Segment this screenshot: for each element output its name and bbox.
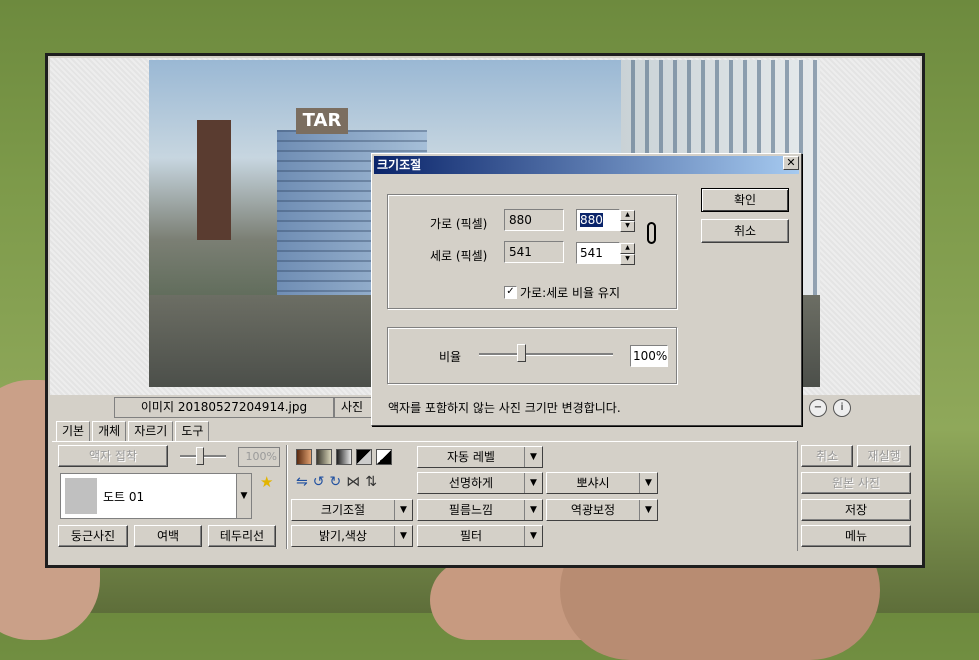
film-feel-label: 필름느낌	[448, 503, 494, 517]
info-icon[interactable]: i	[833, 399, 851, 417]
resize-dialog: 크기조절 ✕ 가로 (픽셀) 880 880 ▲ ▼ 세로 (픽셀) 541 54…	[371, 153, 802, 426]
width-input[interactable]: 880	[576, 209, 620, 231]
width-label: 가로 (픽셀)	[430, 217, 488, 231]
frame-attach-button[interactable]: 액자 접착	[58, 445, 168, 467]
sepia-icon[interactable]	[296, 449, 312, 465]
keep-ratio-label: 가로:세로 비율 유지	[520, 286, 620, 300]
chevron-down-icon[interactable]: ▼	[524, 473, 542, 493]
contrast-icon[interactable]	[356, 449, 372, 465]
width-stepper[interactable]: ▲ ▼	[620, 210, 635, 232]
tab-basic[interactable]: 기본	[56, 421, 91, 442]
right-panel-separator	[797, 441, 798, 551]
sharpen-label: 선명하게	[448, 476, 494, 490]
redo-button[interactable]: 재실행	[857, 445, 911, 467]
zoom-out-icon[interactable]: −	[809, 399, 827, 417]
height-stepper[interactable]: ▲ ▼	[620, 243, 635, 265]
width-up-icon[interactable]: ▲	[620, 210, 635, 221]
chevron-down-icon[interactable]: ▼	[524, 500, 542, 520]
rotate-left-icon[interactable]: ↺	[313, 474, 325, 490]
width-down-icon[interactable]: ▼	[620, 221, 635, 232]
chevron-down-icon[interactable]: ▼	[639, 500, 657, 520]
chevron-down-icon[interactable]: ▼	[524, 447, 542, 467]
ratio-slider[interactable]	[479, 344, 613, 362]
frame-select[interactable]: 도트 01 ▼	[60, 473, 252, 519]
tab-tools[interactable]: 도구	[175, 421, 210, 441]
photo-sign: TAR	[296, 108, 348, 134]
tab-crop[interactable]: 자르기	[128, 421, 174, 441]
save-button[interactable]: 저장	[801, 499, 911, 521]
backlight-dropdown[interactable]: 역광보정 ▼	[546, 499, 658, 521]
panel-separator	[286, 445, 288, 549]
photo-church	[197, 120, 231, 240]
chevron-down-icon[interactable]: ▼	[639, 473, 657, 493]
filter-label: 필터	[459, 529, 483, 543]
ratio-value[interactable]: 100%	[630, 345, 668, 367]
auto-level-dropdown[interactable]: 자동 레벨 ▼	[417, 446, 543, 468]
invert-icon[interactable]	[376, 449, 392, 465]
chevron-down-icon[interactable]: ▼	[236, 474, 251, 518]
opacity-value: 100%	[238, 447, 280, 467]
brightness-color-dropdown[interactable]: 밝기,색상 ▼	[291, 525, 413, 547]
close-icon[interactable]: ✕	[783, 156, 799, 170]
ok-button[interactable]: 확인	[701, 188, 789, 212]
round-photo-button[interactable]: 둥근사진	[58, 525, 128, 547]
favorite-star-icon[interactable]: ★	[260, 473, 273, 491]
sharpen-dropdown[interactable]: 선명하게 ▼	[417, 472, 543, 494]
status-filename: 이미지 20180527204914.jpg	[114, 397, 334, 418]
transform-icons-row: ⇋ ↺ ↻ ⋈ ⇅	[296, 474, 377, 490]
chevron-down-icon[interactable]: ▼	[394, 526, 412, 546]
ratio-slider-thumb[interactable]	[517, 344, 526, 362]
mirror-horizontal-icon[interactable]: ⋈	[346, 474, 360, 490]
width-input-value: 880	[580, 213, 603, 227]
resize-label: 크기조절	[320, 503, 366, 517]
original-width: 880	[504, 209, 564, 231]
opacity-slider-thumb[interactable]	[196, 447, 204, 465]
resize-dropdown[interactable]: 크기조절 ▼	[291, 499, 413, 521]
tab-divider	[52, 441, 797, 442]
dialog-footnote: 액자를 포함하지 않는 사진 크기만 변경합니다.	[388, 401, 621, 415]
height-down-icon[interactable]: ▼	[620, 254, 635, 265]
ratio-label: 비율	[439, 350, 462, 364]
undo-button[interactable]: 취소	[801, 445, 853, 467]
tab-bar: 기본 개체 자르기 도구	[56, 421, 211, 442]
rotate-right-icon[interactable]: ↻	[329, 474, 341, 490]
filter-dropdown[interactable]: 필터 ▼	[417, 525, 543, 547]
frame-name: 도트 01	[103, 490, 145, 504]
border-line-button[interactable]: 테두리선	[208, 525, 276, 547]
height-label: 세로 (픽셀)	[430, 249, 488, 263]
menu-button[interactable]: 메뉴	[801, 525, 911, 547]
height-up-icon[interactable]: ▲	[620, 243, 635, 254]
grayscale-icon[interactable]	[336, 449, 352, 465]
dialog-title: 크기조절	[374, 156, 799, 174]
pixel-size-group: 가로 (픽셀) 880 880 ▲ ▼ 세로 (픽셀) 541 541 ▲ ▼ ✓ …	[387, 194, 677, 309]
backlight-label: 역광보정	[570, 503, 616, 517]
effect-icons-row	[296, 449, 392, 465]
chevron-down-icon[interactable]: ▼	[394, 500, 412, 520]
soften-dropdown[interactable]: 뽀샤시 ▼	[546, 472, 658, 494]
link-chain-icon	[647, 222, 656, 244]
chevron-down-icon[interactable]: ▼	[524, 526, 542, 546]
keep-ratio-checkbox[interactable]: ✓	[504, 286, 517, 299]
tab-object[interactable]: 개체	[92, 421, 127, 441]
frame-preview	[65, 478, 97, 514]
height-input[interactable]: 541	[576, 242, 620, 264]
film-feel-dropdown[interactable]: 필름느낌 ▼	[417, 499, 543, 521]
brightness-color-label: 밝기,색상	[319, 529, 367, 543]
original-photo-button[interactable]: 원본 사진	[801, 472, 911, 494]
original-height: 541	[504, 241, 564, 263]
margin-button[interactable]: 여백	[134, 525, 202, 547]
opacity-slider[interactable]	[180, 447, 226, 465]
flip-icon[interactable]: ⇋	[296, 474, 308, 490]
mirror-vertical-icon[interactable]: ⇅	[365, 474, 377, 490]
soften-label: 뽀샤시	[576, 476, 610, 490]
cancel-button[interactable]: 취소	[701, 219, 789, 243]
vintage-icon[interactable]	[316, 449, 332, 465]
auto-level-label: 자동 레벨	[447, 450, 495, 464]
